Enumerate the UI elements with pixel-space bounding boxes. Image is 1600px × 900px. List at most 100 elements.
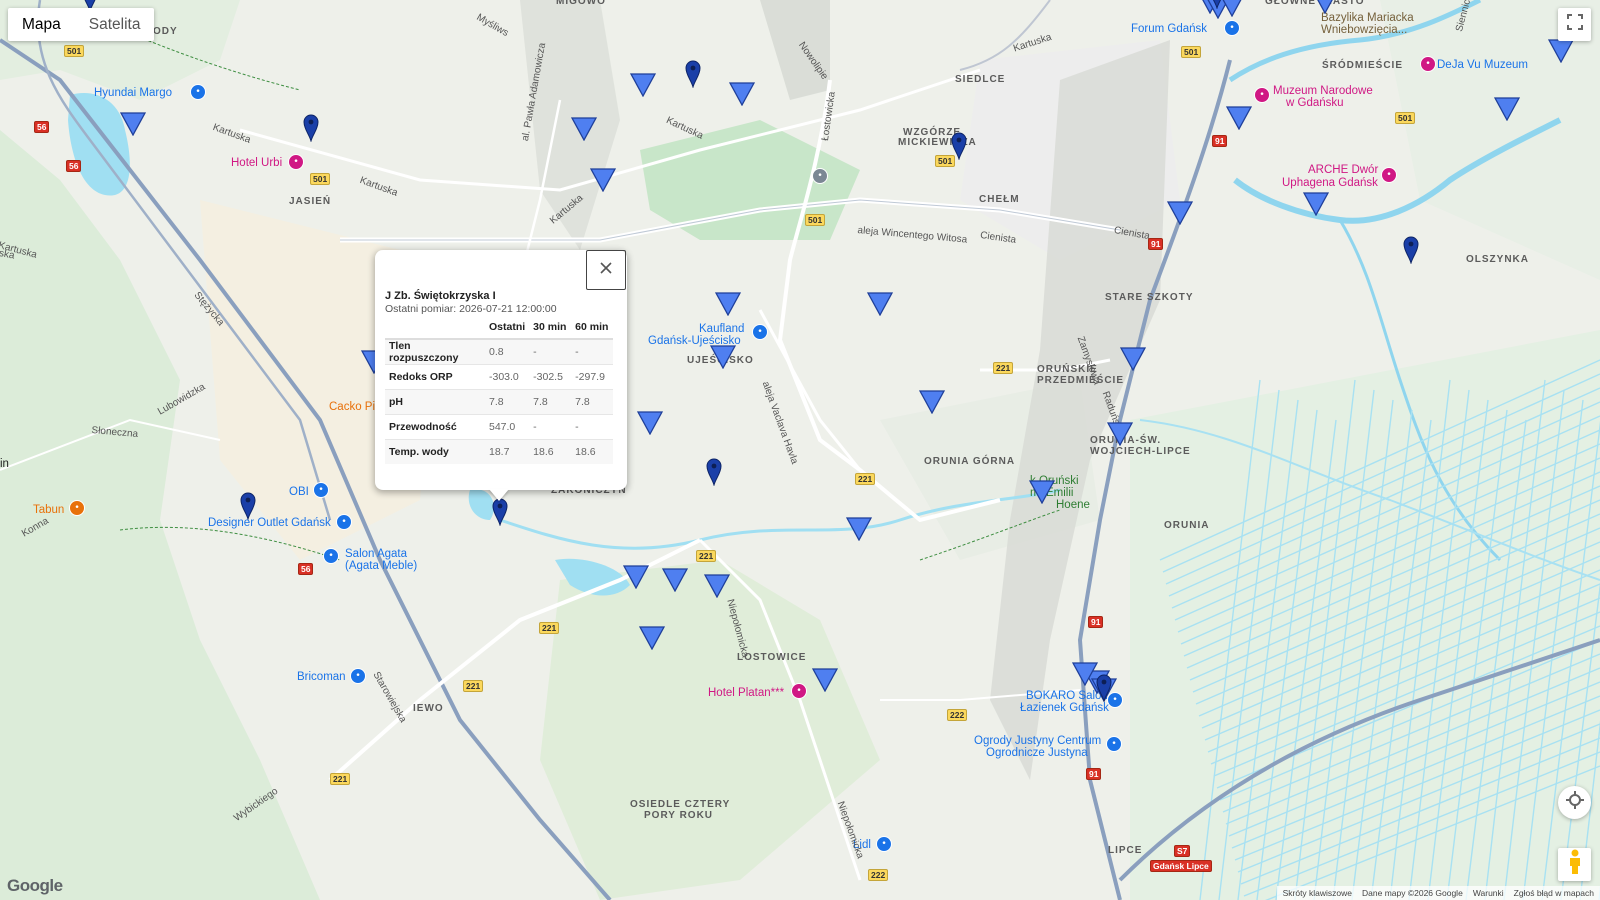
poi-pin-icon[interactable]: • xyxy=(190,84,206,100)
pegman-icon xyxy=(1567,849,1583,880)
fullscreen-button[interactable] xyxy=(1558,8,1591,41)
poi-pin-icon[interactable]: • xyxy=(812,168,828,184)
header-parameter xyxy=(385,316,485,340)
station-triangle-marker[interactable] xyxy=(120,112,146,136)
report-error-link[interactable]: Zgłoś błąd w mapach xyxy=(1514,888,1594,898)
table-row: Tlen rozpuszczony 0.8 - - xyxy=(385,338,614,365)
table-row: Temp. wody 18.7 18.6 18.6 xyxy=(385,439,614,464)
station-pin-marker[interactable] xyxy=(951,132,967,160)
station-triangle-marker[interactable] xyxy=(846,517,872,541)
map-footer: Skróty klawiszowe Dane mapy ©2026 Google… xyxy=(1276,886,1600,900)
road-shield: 222 xyxy=(868,869,889,881)
station-triangle-marker[interactable] xyxy=(1029,480,1055,504)
street-view-pegman-button[interactable] xyxy=(1558,848,1591,881)
station-triangle-marker[interactable] xyxy=(919,390,945,414)
station-triangle-marker[interactable] xyxy=(571,117,597,141)
station-triangle-marker[interactable] xyxy=(729,82,755,106)
road-shield: 222 xyxy=(947,709,968,721)
parameter-name: Redoks ORP xyxy=(385,364,485,390)
info-window-close-button[interactable] xyxy=(586,250,626,290)
station-triangle-marker[interactable] xyxy=(623,565,649,589)
station-pin-marker[interactable] xyxy=(240,492,256,520)
station-triangle-marker[interactable] xyxy=(1167,201,1193,225)
station-pin-marker[interactable] xyxy=(1096,674,1112,702)
value-last: 547.0 xyxy=(485,414,530,440)
poi-pin-icon[interactable]: • xyxy=(323,548,339,564)
poi-pin-icon[interactable]: • xyxy=(791,683,807,699)
value-30min: - xyxy=(529,338,572,365)
station-triangle-marker[interactable] xyxy=(662,568,688,592)
road-shield: 501 xyxy=(64,45,85,57)
station-triangle-marker[interactable] xyxy=(1226,106,1252,130)
road-shield: 501 xyxy=(1181,46,1202,58)
fullscreen-icon xyxy=(1566,13,1584,36)
station-triangle-marker[interactable] xyxy=(630,73,656,97)
terms-link[interactable]: Warunki xyxy=(1473,888,1504,898)
station-triangle-marker[interactable] xyxy=(1494,97,1520,121)
station-triangle-marker[interactable] xyxy=(704,574,730,598)
station-pin-marker[interactable] xyxy=(1209,0,1225,9)
info-window-tail xyxy=(489,489,509,501)
station-triangle-marker[interactable] xyxy=(639,626,665,650)
value-30min: - xyxy=(529,414,572,440)
station-triangle-marker[interactable] xyxy=(1120,347,1146,371)
road-shield: 221 xyxy=(696,550,717,562)
poi-pin-icon[interactable]: • xyxy=(1106,736,1122,752)
parameter-name: Przewodność xyxy=(385,414,485,440)
keyboard-shortcuts-link[interactable]: Skróty klawiszowe xyxy=(1283,888,1352,898)
value-30min: 18.6 xyxy=(529,439,572,464)
parameter-name: pH xyxy=(385,389,485,415)
header-last: Ostatni xyxy=(485,316,530,340)
road-shield: Gdańsk Lipce xyxy=(1150,860,1212,872)
poi-pin-icon[interactable]: • xyxy=(336,514,352,530)
poi-pin-icon[interactable]: • xyxy=(69,500,85,516)
station-triangle-marker[interactable] xyxy=(710,345,736,369)
station-triangle-marker[interactable] xyxy=(590,168,616,192)
station-pin-marker[interactable] xyxy=(492,498,508,526)
poi-pin-icon[interactable]: • xyxy=(313,482,329,498)
station-triangle-marker[interactable] xyxy=(1548,39,1574,63)
poi-pin-icon[interactable]: • xyxy=(1420,56,1436,72)
google-logo[interactable]: Google xyxy=(7,876,63,896)
station-triangle-marker[interactable] xyxy=(1312,0,1338,14)
station-triangle-marker[interactable] xyxy=(715,292,741,316)
road-shield: 56 xyxy=(298,563,314,575)
value-last: 7.8 xyxy=(485,389,530,415)
poi-pin-icon[interactable]: • xyxy=(350,668,366,684)
road-shield: S7 xyxy=(1174,845,1191,857)
map-canvas[interactable]: MIGOWO GŁÓWNE MIASTO ŚRÓDMIEŚCIE SIEDLCE WZG… xyxy=(0,0,1600,900)
station-triangle-marker[interactable] xyxy=(1072,662,1098,686)
poi-pin-icon[interactable]: • xyxy=(1381,167,1397,183)
road-shield: 56 xyxy=(34,121,50,133)
value-60min: -297.9 xyxy=(571,364,614,390)
parameter-name: Tlen rozpuszczony xyxy=(385,338,485,365)
road-shield: 501 xyxy=(805,214,826,226)
table-header-row: Ostatni 30 min 60 min xyxy=(385,316,614,340)
road-shield: 221 xyxy=(993,362,1014,374)
map-data-attribution: Dane mapy ©2026 Google xyxy=(1362,888,1463,898)
station-triangle-marker[interactable] xyxy=(1303,192,1329,216)
map-type-satellite-button[interactable]: Satelita xyxy=(75,8,155,41)
station-triangle-marker[interactable] xyxy=(1107,422,1133,446)
poi-pin-icon[interactable]: • xyxy=(876,836,892,852)
value-last: -303.0 xyxy=(485,364,530,390)
value-last: 0.8 xyxy=(485,338,530,365)
station-pin-marker[interactable] xyxy=(1403,236,1419,264)
my-location-button[interactable] xyxy=(1558,786,1591,819)
value-60min: 7.8 xyxy=(571,389,614,415)
road-shield: 501 xyxy=(310,173,331,185)
station-triangle-marker[interactable] xyxy=(812,668,838,692)
poi-pin-icon[interactable]: • xyxy=(1224,20,1240,36)
station-pin-marker[interactable] xyxy=(303,114,319,142)
station-triangle-marker[interactable] xyxy=(867,292,893,316)
poi-pin-icon[interactable]: • xyxy=(752,324,768,340)
station-pin-marker[interactable] xyxy=(706,458,722,486)
last-measurement-time: Ostatni pomiar: 2026-07-21 12:00:00 xyxy=(385,303,557,315)
poi-pin-icon[interactable]: • xyxy=(1254,87,1270,103)
station-triangle-marker[interactable] xyxy=(637,411,663,435)
road-shield: 221 xyxy=(463,680,484,692)
poi-pin-icon[interactable]: • xyxy=(288,154,304,170)
station-pin-marker[interactable] xyxy=(685,60,701,88)
map-type-control: Mapa Satelita xyxy=(8,8,155,41)
map-type-map-button[interactable]: Mapa xyxy=(8,8,75,41)
